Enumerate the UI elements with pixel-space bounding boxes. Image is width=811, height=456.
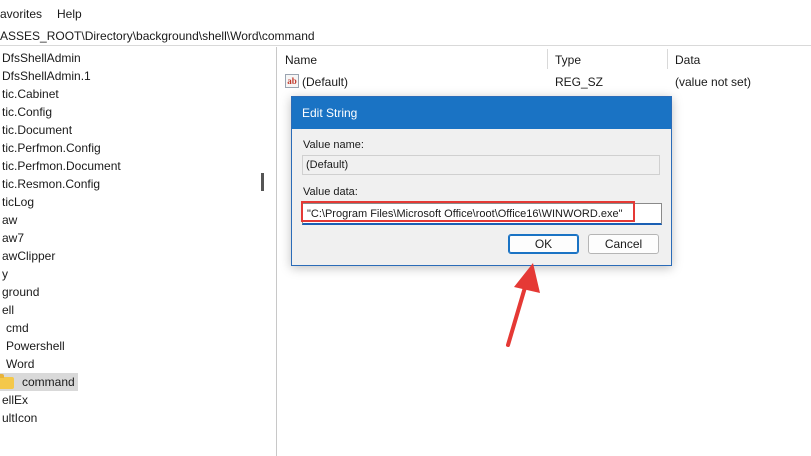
value-type-cell: REG_SZ	[555, 75, 604, 89]
edit-string-dialog: Edit String Value name: (Default) Value …	[291, 96, 672, 266]
string-value-icon: ab	[285, 74, 299, 88]
tree-item[interactable]: tic.Resmon.Config	[2, 175, 100, 193]
value-name-cell: (Default)	[302, 75, 349, 89]
value-data-cell: (value not set)	[675, 75, 752, 89]
tree-item[interactable]: tic.Perfmon.Document	[2, 157, 121, 175]
tree-item[interactable]: tic.Config	[2, 103, 52, 121]
list-header: Name Type Data	[277, 47, 811, 71]
cancel-button[interactable]: Cancel	[588, 234, 659, 254]
tree-item[interactable]: tic.Document	[2, 121, 72, 139]
address-path: ASSES_ROOT\Directory\background\shell\Wo…	[0, 29, 315, 43]
menu-favorites[interactable]: avorites	[0, 7, 42, 21]
value-data-input[interactable]	[302, 203, 662, 225]
tree-item[interactable]: DfsShellAdmin	[2, 49, 81, 67]
tree-item[interactable]: ell	[2, 301, 14, 319]
tree-item-cmd[interactable]: cmd	[6, 319, 29, 337]
registry-tree[interactable]: DfsShellAdmin DfsShellAdmin.1 tic.Cabine…	[0, 47, 268, 456]
value-name-field: (Default)	[302, 155, 660, 175]
tree-item[interactable]: ticLog	[2, 193, 34, 211]
value-name-label: Value name:	[303, 139, 364, 151]
tree-item-powershell[interactable]: Powershell	[6, 337, 65, 355]
value-data-label: Value data:	[303, 186, 358, 198]
address-bar[interactable]: ASSES_ROOT\Directory\background\shell\Wo…	[0, 28, 811, 46]
tree-item[interactable]: awClipper	[2, 247, 55, 265]
tree-item[interactable]: DfsShellAdmin.1	[2, 67, 91, 85]
tree-item[interactable]: ultIcon	[2, 409, 37, 427]
table-row[interactable]: ab (Default) REG_SZ (value not set)	[277, 73, 811, 91]
tree-item[interactable]: y	[2, 265, 8, 283]
menu-help[interactable]: Help	[57, 7, 82, 21]
tree-item-command[interactable]: command	[0, 373, 78, 391]
column-name-header[interactable]: Name	[285, 53, 317, 67]
tree-item[interactable]: ground	[2, 283, 39, 301]
tree-item-word[interactable]: Word	[6, 355, 34, 373]
ok-button[interactable]: OK	[508, 234, 579, 254]
tree-item[interactable]: aw7	[2, 229, 24, 247]
tree-item[interactable]: aw	[2, 211, 17, 229]
column-separator[interactable]	[667, 49, 668, 69]
splitter-handle[interactable]	[261, 173, 264, 191]
column-type-header[interactable]: Type	[555, 53, 581, 67]
tree-item[interactable]: tic.Perfmon.Config	[2, 139, 101, 157]
tree-item[interactable]: tic.Cabinet	[2, 85, 59, 103]
dialog-title: Edit String	[302, 106, 358, 120]
column-data-header[interactable]: Data	[675, 53, 700, 67]
column-separator[interactable]	[547, 49, 548, 69]
dialog-title-bar[interactable]: Edit String	[292, 97, 671, 129]
tree-item[interactable]: ellEx	[2, 391, 28, 409]
menu-bar: avorites Help	[0, 0, 811, 28]
folder-icon	[0, 374, 14, 389]
